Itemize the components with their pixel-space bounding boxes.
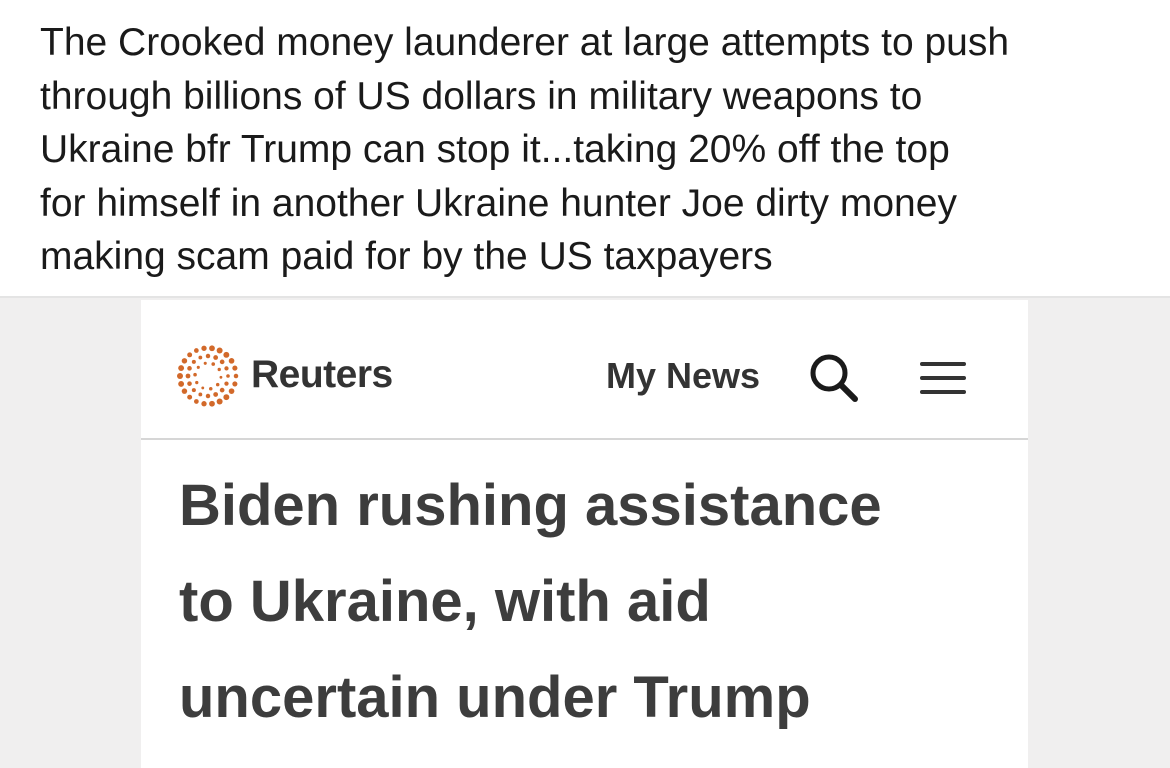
logo-dot	[195, 380, 199, 385]
logo-dot	[217, 367, 221, 372]
post-text-line: for himself in another Ukraine hunter Jo…	[40, 181, 957, 225]
logo-dot	[226, 374, 230, 378]
headline-line: to Ukraine, with aid	[179, 569, 711, 634]
logo-dot	[196, 365, 200, 369]
post-text-line: through billions of US dollars in milita…	[40, 74, 923, 118]
article-headline[interactable]: Biden rushing assistance to Ukraine, wit…	[179, 458, 1009, 746]
logo-dot	[181, 388, 188, 394]
logo-dot	[228, 358, 235, 364]
logo-dot	[224, 366, 229, 371]
logo-dot	[209, 386, 213, 391]
logo-dot	[219, 375, 223, 379]
logo-dot	[219, 359, 225, 365]
reuters-logo-icon[interactable]	[176, 344, 240, 408]
reuters-header: Reuters My News	[141, 300, 1028, 440]
post-text-line: making scam paid for by the US taxpayers	[40, 235, 773, 278]
logo-dot	[233, 373, 239, 379]
logo-dot	[209, 345, 215, 352]
logo-dot	[198, 355, 203, 360]
logo-dot	[205, 393, 211, 399]
logo-dot	[228, 388, 235, 394]
logo-dot	[181, 358, 188, 364]
logo-dot	[194, 399, 199, 404]
logo-dot	[178, 380, 185, 387]
logo-dot	[215, 382, 220, 387]
reuters-logo-text[interactable]: Reuters	[251, 352, 393, 398]
logo-dot	[201, 401, 207, 407]
post-text-line: Ukraine bfr Trump can stop it...taking 2…	[40, 128, 950, 171]
logo-dot	[216, 398, 223, 405]
logo-dot	[219, 387, 225, 393]
logo-dot	[177, 373, 183, 379]
logo-dot	[223, 394, 230, 401]
post-text-line: The Crooked money launderer at large att…	[40, 21, 1010, 64]
post-divider	[0, 296, 1170, 298]
logo-dot	[187, 394, 193, 400]
logo-dot	[201, 386, 205, 390]
logo-dot	[211, 362, 216, 366]
logo-dot	[209, 400, 215, 407]
my-news-link[interactable]: My News	[606, 354, 760, 398]
logo-dot	[232, 381, 238, 387]
reuters-article-card: Reuters My News Biden rushing assistance…	[141, 300, 1028, 768]
logo-dot	[191, 359, 196, 364]
post-text: The Crooked money launderer at large att…	[40, 16, 1140, 284]
logo-dot	[232, 365, 238, 371]
logo-dot	[213, 355, 219, 360]
logo-dot	[205, 353, 211, 359]
headline-line: Biden rushing assistance	[179, 473, 882, 538]
logo-dot	[187, 352, 193, 358]
headline-line: uncertain under Trump	[179, 665, 811, 730]
logo-dot	[178, 365, 185, 372]
logo-dot	[224, 381, 229, 386]
logo-dot	[198, 392, 203, 397]
logo-dot	[203, 361, 207, 365]
logo-dot	[216, 347, 223, 354]
logo-dot	[187, 381, 192, 386]
logo-dot	[194, 348, 199, 353]
search-icon[interactable]	[806, 350, 862, 406]
logo-dot	[201, 345, 207, 351]
logo-dot	[193, 372, 197, 377]
logo-dot	[191, 388, 196, 393]
logo-dot	[187, 366, 192, 371]
hamburger-menu-icon[interactable]	[918, 358, 968, 398]
logo-dot	[213, 392, 219, 397]
logo-dot	[223, 351, 230, 358]
logo-dot	[185, 373, 191, 379]
